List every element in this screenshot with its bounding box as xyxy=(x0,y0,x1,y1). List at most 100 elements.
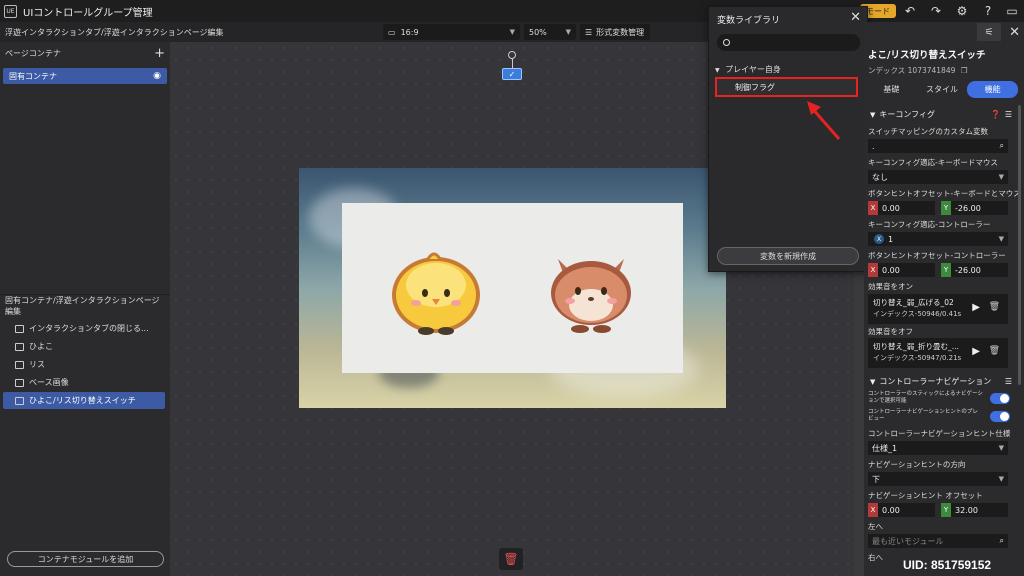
switch-icon xyxy=(15,396,24,405)
ctrl-offset-x-value: 0.00 xyxy=(882,265,900,275)
nav-toggle2-label: コントローラーナビゲーションヒントのプレビュー xyxy=(868,409,978,422)
chevron-down-icon: ▼ xyxy=(565,28,571,36)
axis-y-badge: Y xyxy=(941,263,951,277)
ctrl-config-select[interactable]: X 1 ▼ xyxy=(868,232,1008,246)
close-icon[interactable]: ✕ xyxy=(850,10,861,25)
search-icon[interactable]: ⌕ xyxy=(1000,536,1004,546)
add-module-button[interactable]: コンテナモジュールを追加 xyxy=(7,551,164,567)
kb-config-label: キーコンフィグ適応-キーボードマウス xyxy=(868,158,998,167)
hint-dir-label: ナビゲーションヒントの方向 xyxy=(868,460,966,469)
custom-var-field[interactable]: . ⌕ xyxy=(868,139,1008,153)
window-icon[interactable]: ▭ xyxy=(1004,3,1020,19)
element-index-value: ンデックス 1073741849 xyxy=(868,66,956,75)
tree-item-chick[interactable]: ひよこ xyxy=(3,338,165,355)
sound-off-box[interactable]: 切り替え_弱_折り畳む_... インデックス-50947/0.21s ▶ 🗑 xyxy=(868,338,1008,368)
hint-offset-x-value: 0.00 xyxy=(882,505,900,515)
variable-group-label: プレイヤー自身 xyxy=(725,65,781,74)
search-icon[interactable]: ⌕ xyxy=(1000,141,1004,151)
close-icon[interactable]: ✕ xyxy=(1009,25,1020,40)
window-title: UIコントロールグループ管理 xyxy=(23,7,153,19)
sound-on-box[interactable]: 切り替え_弱_広げる_02 インデックス-50946/0.41s ▶ 🗑 xyxy=(868,294,1008,324)
format-vars-button[interactable]: ☰ 形式変数管理 xyxy=(580,24,650,40)
element-index: ンデックス 1073741849 ❐ xyxy=(868,65,968,76)
tree-item-close-tab[interactable]: インタラクションタブの閉じる... xyxy=(3,320,165,337)
image-icon xyxy=(15,342,24,351)
tab-style[interactable]: スタイル xyxy=(917,81,968,98)
kb-offset-x-field[interactable]: X 0.00 xyxy=(868,201,935,215)
tree-item-base-image[interactable]: ベース画像 xyxy=(3,374,165,391)
variable-item-control-flag[interactable]: 制御フラグ xyxy=(715,77,858,97)
new-variable-button[interactable]: 変数を新規作成 xyxy=(717,247,859,265)
nav-toggle2[interactable] xyxy=(990,411,1010,422)
trash-icon[interactable]: 🗑 xyxy=(989,346,1000,356)
sliders-icon[interactable]: ⚟ xyxy=(977,23,1002,41)
properties-panel: ⚟ ✕ よこ/リス切り替えスイッチ ンデックス 1073741849 ❐ 基礎 … xyxy=(864,22,1024,576)
aspect-select[interactable]: ▭ 16:9 ▼ xyxy=(383,24,520,40)
kb-offset-y-field[interactable]: Y -26.00 xyxy=(941,201,1008,215)
nav-left-field[interactable]: 最も近いモジュール ⌕ xyxy=(868,534,1008,548)
sound-off-label: 効果音をオフ xyxy=(868,327,913,336)
uid-watermark: UID: 851759152 xyxy=(903,558,992,572)
properties-scrollbar[interactable] xyxy=(1018,105,1021,385)
hint-style-select[interactable]: 仕様_1 ▼ xyxy=(868,441,1008,455)
container-item[interactable]: 固有コンテナ ◉ xyxy=(3,68,167,84)
chick-image[interactable] xyxy=(388,249,484,335)
help-icon[interactable]: ❓ xyxy=(991,110,1001,119)
breadcrumb: 浮遊インタラクションタブ/浮遊インタラクションページ編集 xyxy=(5,27,224,37)
tree-item-label: ベース画像 xyxy=(29,378,69,387)
menu-icon[interactable]: ☰ xyxy=(1005,377,1012,386)
copy-icon[interactable]: ❐ xyxy=(961,66,968,75)
help-icon[interactable]: ? xyxy=(980,3,996,19)
ctrl-offset-y-value: -26.00 xyxy=(955,265,981,275)
variable-search-input[interactable] xyxy=(717,34,860,51)
redo-icon[interactable]: ↷ xyxy=(928,3,944,19)
element-name: よこ/リス切り替えスイッチ xyxy=(868,50,986,61)
list-icon: ☰ xyxy=(585,27,593,37)
chevron-down-icon: ▼ xyxy=(870,110,876,119)
zoom-value: 50% xyxy=(529,27,547,37)
hint-style-value: 仕様_1 xyxy=(872,443,898,453)
key-config-section[interactable]: ▼ キーコンフィグ ❓ ☰ xyxy=(866,107,1018,122)
tree-item-label: リス xyxy=(29,360,45,369)
play-icon[interactable]: ▶ xyxy=(972,346,980,357)
nav-toggle1-label: コントローラーのスティックによるナビゲーションで選択可能 xyxy=(868,391,983,404)
nav-toggle1[interactable] xyxy=(990,393,1010,404)
play-icon[interactable]: ▶ xyxy=(972,302,980,313)
gear-icon[interactable]: ⚙ xyxy=(954,3,970,19)
hint-dir-value: 下 xyxy=(872,474,880,484)
image-icon xyxy=(15,324,24,333)
annotation-arrow xyxy=(807,101,841,140)
kb-config-select[interactable]: なし ▼ xyxy=(868,170,1008,184)
menu-icon[interactable]: ☰ xyxy=(1005,110,1012,119)
undo-icon[interactable]: ↶ xyxy=(902,3,918,19)
axis-x-badge: X xyxy=(868,201,878,215)
squirrel-image[interactable] xyxy=(546,245,636,335)
variable-group-player[interactable]: ▼ プレイヤー自身 xyxy=(715,64,781,75)
selected-switch-widget[interactable]: ✓ xyxy=(502,68,522,80)
eye-icon[interactable]: ◉ xyxy=(153,71,161,81)
variable-library-title: 変数ライブラリ xyxy=(717,16,781,26)
tab-function[interactable]: 機能 xyxy=(967,81,1019,98)
hint-offset-x-field[interactable]: X 0.00 xyxy=(868,503,935,517)
trash-icon[interactable]: 🗑 xyxy=(989,302,1000,312)
sound-on-label: 効果音をオン xyxy=(868,282,913,291)
properties-tabs: 基礎 スタイル 機能 xyxy=(866,81,1019,98)
ctrl-offset-y-field[interactable]: Y -26.00 xyxy=(941,263,1008,277)
hint-dir-select[interactable]: 下 ▼ xyxy=(868,472,1008,486)
ctrl-offset-x-field[interactable]: X 0.00 xyxy=(868,263,935,277)
page-container-title: ページコンテナ xyxy=(5,48,61,58)
sound-on-name: 切り替え_弱_広げる_02 xyxy=(873,298,954,307)
ctrl-config-label: キーコンフィグ適応-コントローラー xyxy=(868,220,991,229)
controller-nav-section[interactable]: ▼ コントローラーナビゲーション ☰ xyxy=(866,374,1018,389)
hierarchy-tree: インタラクションタブの閉じる... ひよこ リス ベース画像 ひよこ/リス切り替… xyxy=(3,320,165,410)
tab-basic[interactable]: 基礎 xyxy=(866,81,917,98)
add-icon[interactable]: + xyxy=(154,46,165,61)
trash-icon[interactable]: 🗑 xyxy=(499,548,523,570)
tree-item-squirrel[interactable]: リス xyxy=(3,356,165,373)
hint-offset-y-value: 32.00 xyxy=(955,505,978,515)
tree-item-switch[interactable]: ひよこ/リス切り替えスイッチ xyxy=(3,392,165,409)
hint-offset-y-field[interactable]: Y 32.00 xyxy=(941,503,1008,517)
anchor-icon[interactable] xyxy=(508,51,516,59)
chevron-down-icon: ▼ xyxy=(998,235,1004,243)
zoom-select[interactable]: 50% ▼ xyxy=(524,24,576,40)
